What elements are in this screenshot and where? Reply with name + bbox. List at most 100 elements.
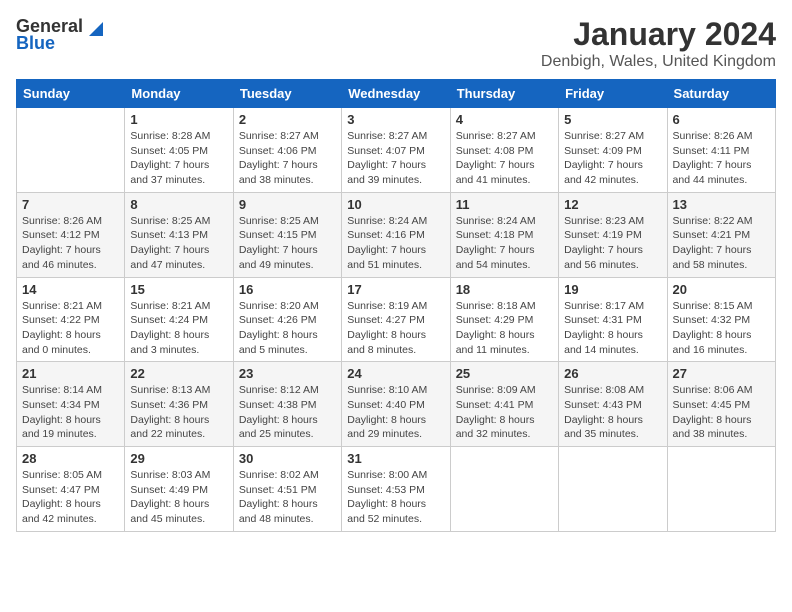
day-number: 21: [22, 366, 119, 381]
calendar-week-3: 14 Sunrise: 8:21 AM Sunset: 4:22 PM Dayli…: [17, 277, 776, 362]
day-number: 10: [347, 197, 444, 212]
day-info: Sunrise: 8:10 AM Sunset: 4:40 PM Dayligh…: [347, 383, 444, 442]
day-info: Sunrise: 8:25 AM Sunset: 4:13 PM Dayligh…: [130, 214, 227, 273]
col-saturday: Saturday: [667, 80, 775, 108]
day-info: Sunrise: 8:17 AM Sunset: 4:31 PM Dayligh…: [564, 299, 661, 358]
table-row: 6 Sunrise: 8:26 AM Sunset: 4:11 PM Daylig…: [667, 108, 775, 193]
table-row: 5 Sunrise: 8:27 AM Sunset: 4:09 PM Daylig…: [559, 108, 667, 193]
table-row: 18 Sunrise: 8:18 AM Sunset: 4:29 PM Dayli…: [450, 277, 558, 362]
col-sunday: Sunday: [17, 80, 125, 108]
day-number: 19: [564, 282, 661, 297]
day-number: 2: [239, 112, 336, 127]
day-info: Sunrise: 8:21 AM Sunset: 4:22 PM Dayligh…: [22, 299, 119, 358]
calendar-week-4: 21 Sunrise: 8:14 AM Sunset: 4:34 PM Dayli…: [17, 362, 776, 447]
day-number: 25: [456, 366, 553, 381]
day-info: Sunrise: 8:26 AM Sunset: 4:12 PM Dayligh…: [22, 214, 119, 273]
day-info: Sunrise: 8:09 AM Sunset: 4:41 PM Dayligh…: [456, 383, 553, 442]
day-number: 23: [239, 366, 336, 381]
calendar-subtitle: Denbigh, Wales, United Kingdom: [541, 53, 776, 71]
day-number: 4: [456, 112, 553, 127]
title-area: January 2024 Denbigh, Wales, United King…: [541, 16, 776, 71]
day-info: Sunrise: 8:13 AM Sunset: 4:36 PM Dayligh…: [130, 383, 227, 442]
table-row: 9Sunrise: 8:25 AM Sunset: 4:15 PM Daylig…: [233, 192, 341, 277]
day-info: Sunrise: 8:24 AM Sunset: 4:18 PM Dayligh…: [456, 214, 553, 273]
day-info: Sunrise: 8:20 AM Sunset: 4:26 PM Dayligh…: [239, 299, 336, 358]
calendar-table: Sunday Monday Tuesday Wednesday Thursday…: [16, 79, 776, 532]
table-row: 23 Sunrise: 8:12 AM Sunset: 4:38 PM Dayli…: [233, 362, 341, 447]
table-row: 27 Sunrise: 8:06 AM Sunset: 4:45 PM Dayli…: [667, 362, 775, 447]
day-info: Sunrise: 8:08 AM Sunset: 4:43 PM Dayligh…: [564, 383, 661, 442]
header-row: Sunday Monday Tuesday Wednesday Thursday…: [17, 80, 776, 108]
day-number: 1: [130, 112, 227, 127]
day-number: 9: [239, 197, 336, 212]
table-row: 16Sunrise: 8:20 AM Sunset: 4:26 PM Dayli…: [233, 277, 341, 362]
day-number: 3: [347, 112, 444, 127]
table-row: 24 Sunrise: 8:10 AM Sunset: 4:40 PM Dayli…: [342, 362, 450, 447]
table-row: 28Sunrise: 8:05 AM Sunset: 4:47 PM Dayli…: [17, 447, 125, 532]
table-row: 14 Sunrise: 8:21 AM Sunset: 4:22 PM Dayli…: [17, 277, 125, 362]
table-row: [17, 108, 125, 193]
day-info: Sunrise: 8:27 AM Sunset: 4:06 PM Dayligh…: [239, 129, 336, 188]
table-row: 10 Sunrise: 8:24 AM Sunset: 4:16 PM Dayli…: [342, 192, 450, 277]
calendar-week-2: 7 Sunrise: 8:26 AM Sunset: 4:12 PM Daylig…: [17, 192, 776, 277]
day-number: 29: [130, 451, 227, 466]
day-info: Sunrise: 8:12 AM Sunset: 4:38 PM Dayligh…: [239, 383, 336, 442]
table-row: 7 Sunrise: 8:26 AM Sunset: 4:12 PM Daylig…: [17, 192, 125, 277]
day-number: 13: [673, 197, 770, 212]
table-row: 31Sunrise: 8:00 AM Sunset: 4:53 PM Dayli…: [342, 447, 450, 532]
table-row: 12Sunrise: 8:23 AM Sunset: 4:19 PM Dayli…: [559, 192, 667, 277]
col-thursday: Thursday: [450, 80, 558, 108]
day-number: 12: [564, 197, 661, 212]
day-number: 11: [456, 197, 553, 212]
day-info: Sunrise: 8:22 AM Sunset: 4:21 PM Dayligh…: [673, 214, 770, 273]
table-row: 25 Sunrise: 8:09 AM Sunset: 4:41 PM Dayli…: [450, 362, 558, 447]
day-info: Sunrise: 8:18 AM Sunset: 4:29 PM Dayligh…: [456, 299, 553, 358]
table-row: 13 Sunrise: 8:22 AM Sunset: 4:21 PM Dayli…: [667, 192, 775, 277]
calendar-week-5: 28Sunrise: 8:05 AM Sunset: 4:47 PM Dayli…: [17, 447, 776, 532]
table-row: 22Sunrise: 8:13 AM Sunset: 4:36 PM Dayli…: [125, 362, 233, 447]
table-row: [559, 447, 667, 532]
day-number: 17: [347, 282, 444, 297]
table-row: 11 Sunrise: 8:24 AM Sunset: 4:18 PM Dayli…: [450, 192, 558, 277]
table-row: [450, 447, 558, 532]
calendar-title: January 2024: [541, 16, 776, 53]
day-number: 18: [456, 282, 553, 297]
day-info: Sunrise: 8:27 AM Sunset: 4:09 PM Dayligh…: [564, 129, 661, 188]
table-row: 15Sunrise: 8:21 AM Sunset: 4:24 PM Dayli…: [125, 277, 233, 362]
day-info: Sunrise: 8:06 AM Sunset: 4:45 PM Dayligh…: [673, 383, 770, 442]
day-info: Sunrise: 8:21 AM Sunset: 4:24 PM Dayligh…: [130, 299, 227, 358]
col-monday: Monday: [125, 80, 233, 108]
table-row: 20Sunrise: 8:15 AM Sunset: 4:32 PM Dayli…: [667, 277, 775, 362]
calendar-week-1: 1 Sunrise: 8:28 AM Sunset: 4:05 PM Daylig…: [17, 108, 776, 193]
day-number: 24: [347, 366, 444, 381]
table-row: 3Sunrise: 8:27 AM Sunset: 4:07 PM Daylig…: [342, 108, 450, 193]
logo-blue: Blue: [16, 33, 55, 54]
day-number: 14: [22, 282, 119, 297]
table-row: 1 Sunrise: 8:28 AM Sunset: 4:05 PM Daylig…: [125, 108, 233, 193]
day-info: Sunrise: 8:27 AM Sunset: 4:08 PM Dayligh…: [456, 129, 553, 188]
day-info: Sunrise: 8:28 AM Sunset: 4:05 PM Dayligh…: [130, 129, 227, 188]
table-row: 21 Sunrise: 8:14 AM Sunset: 4:34 PM Dayli…: [17, 362, 125, 447]
day-info: Sunrise: 8:00 AM Sunset: 4:53 PM Dayligh…: [347, 468, 444, 527]
day-info: Sunrise: 8:14 AM Sunset: 4:34 PM Dayligh…: [22, 383, 119, 442]
day-number: 27: [673, 366, 770, 381]
table-row: [667, 447, 775, 532]
day-number: 30: [239, 451, 336, 466]
header: General Blue January 2024 Denbigh, Wales…: [16, 16, 776, 71]
day-number: 8: [130, 197, 227, 212]
logo: General Blue: [16, 16, 103, 54]
table-row: 4 Sunrise: 8:27 AM Sunset: 4:08 PM Daylig…: [450, 108, 558, 193]
table-row: 19 Sunrise: 8:17 AM Sunset: 4:31 PM Dayli…: [559, 277, 667, 362]
day-number: 5: [564, 112, 661, 127]
logo-icon: [85, 18, 103, 36]
day-info: Sunrise: 8:03 AM Sunset: 4:49 PM Dayligh…: [130, 468, 227, 527]
day-number: 26: [564, 366, 661, 381]
day-number: 28: [22, 451, 119, 466]
day-number: 6: [673, 112, 770, 127]
day-number: 7: [22, 197, 119, 212]
table-row: 30Sunrise: 8:02 AM Sunset: 4:51 PM Dayli…: [233, 447, 341, 532]
day-info: Sunrise: 8:24 AM Sunset: 4:16 PM Dayligh…: [347, 214, 444, 273]
col-tuesday: Tuesday: [233, 80, 341, 108]
day-info: Sunrise: 8:26 AM Sunset: 4:11 PM Dayligh…: [673, 129, 770, 188]
table-row: 8 Sunrise: 8:25 AM Sunset: 4:13 PM Daylig…: [125, 192, 233, 277]
